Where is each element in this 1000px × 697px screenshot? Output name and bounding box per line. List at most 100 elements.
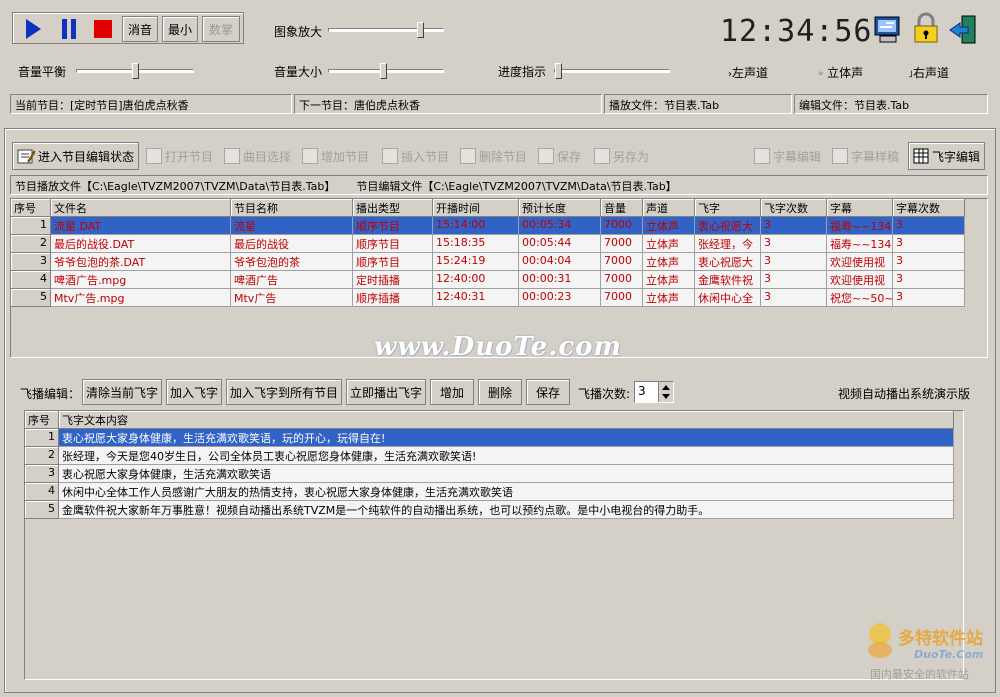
increase-button[interactable]: 增加 bbox=[430, 379, 474, 405]
lock-icon[interactable] bbox=[910, 12, 942, 46]
right-channel-option[interactable]: ˩右声道 bbox=[908, 64, 949, 81]
spinner-buttons[interactable] bbox=[658, 382, 673, 402]
flyword-row[interactable]: 3 衷心祝愿大家身体健康，生活充满欢歌笑语 bbox=[25, 465, 954, 483]
program-cell[interactable]: Mtv广告 bbox=[231, 289, 353, 307]
delete-flyword-button[interactable]: 删除 bbox=[478, 379, 522, 405]
play-flyword-now-button[interactable]: 立即播出飞字 bbox=[346, 379, 426, 405]
zoom-slider-thumb[interactable] bbox=[417, 22, 424, 38]
program-cell[interactable]: 衷心祝愿大 bbox=[695, 253, 761, 271]
save-flyword-button[interactable]: 保存 bbox=[526, 379, 570, 405]
program-row[interactable]: 1 流星.DAT 流星 顺序节目 15:14:00 00:05:34 7000 立体声 衷心祝愿… bbox=[11, 217, 965, 235]
flyword-edit-button[interactable]: 飞字编辑 bbox=[908, 142, 986, 170]
spinner-down-icon[interactable] bbox=[659, 392, 673, 402]
subtitle-style-button[interactable]: 字幕样稿 bbox=[828, 142, 903, 170]
flyword-row[interactable]: 1 衷心祝愿大家身体健康，生活充满欢歌笑语，玩的开心，玩得自在! bbox=[25, 429, 954, 447]
program-cell[interactable]: 00:00:23 bbox=[519, 289, 601, 307]
program-cell[interactable]: 00:05:34 bbox=[519, 217, 601, 235]
zoom-slider[interactable] bbox=[328, 22, 444, 38]
program-cell[interactable]: 顺序插播 bbox=[353, 289, 433, 307]
program-col-header[interactable]: 播出类型 bbox=[353, 199, 433, 217]
program-cell[interactable]: 立体声 bbox=[643, 217, 695, 235]
program-cell[interactable]: 00:00:31 bbox=[519, 271, 601, 289]
program-cell[interactable]: 爷爷包泡的茶.DAT bbox=[51, 253, 231, 271]
program-cell[interactable]: 3 bbox=[761, 217, 827, 235]
add-flyword-button[interactable]: 加入飞字 bbox=[166, 379, 222, 405]
left-channel-option[interactable]: ›左声道 bbox=[728, 64, 768, 81]
program-cell[interactable]: 15:24:19 bbox=[433, 253, 519, 271]
program-col-header[interactable]: 开播时间 bbox=[433, 199, 519, 217]
flyword-count-spinner[interactable]: 3 bbox=[634, 381, 674, 403]
program-cell[interactable]: 3 bbox=[893, 235, 965, 253]
program-col-header[interactable]: 预计长度 bbox=[519, 199, 601, 217]
program-cell[interactable]: 3 bbox=[893, 289, 965, 307]
flyword-text-cell[interactable]: 金鹰软件祝大家新年万事胜意！视频自动播出系统TVZM是一个纯软件的自动播出系统，… bbox=[59, 501, 954, 519]
program-cell[interactable]: 顺序节目 bbox=[353, 217, 433, 235]
program-cell[interactable]: 流星 bbox=[231, 217, 353, 235]
program-cell[interactable]: 定时插播 bbox=[353, 271, 433, 289]
flyword-text-cell[interactable]: 张经理，今天是您40岁生日，公司全体员工衷心祝愿您身体健康，生活充满欢歌笑语! bbox=[59, 447, 954, 465]
stereo-option[interactable]: ◦ 立体声 bbox=[818, 64, 863, 81]
program-col-header[interactable]: 字幕次数 bbox=[893, 199, 965, 217]
flyword-text-cell[interactable]: 衷心祝愿大家身体健康，生活充满欢歌笑语 bbox=[59, 465, 954, 483]
subtitle-edit-button[interactable]: 字幕编辑 bbox=[750, 142, 825, 170]
program-cell[interactable]: 3 bbox=[893, 217, 965, 235]
add-flyword-all-button[interactable]: 加入飞字到所有节目 bbox=[226, 379, 342, 405]
save-as-button[interactable]: 另存为 bbox=[590, 142, 653, 170]
progress-slider[interactable] bbox=[554, 63, 670, 79]
open-program-button[interactable]: 打开节目 bbox=[142, 142, 217, 170]
program-cell[interactable]: 最后的战役.DAT bbox=[51, 235, 231, 253]
program-cell[interactable]: 3 bbox=[761, 253, 827, 271]
program-cell[interactable]: 流星.DAT bbox=[51, 217, 231, 235]
play-button[interactable] bbox=[18, 15, 48, 43]
program-cell[interactable]: 00:04:04 bbox=[519, 253, 601, 271]
save-program-button[interactable]: 保存 bbox=[534, 142, 585, 170]
program-cell[interactable]: 3 bbox=[893, 253, 965, 271]
flyword-text-cell[interactable]: 休闲中心全体工作人员感谢广大朋友的热情支持，衷心祝愿大家身体健康，生活充满欢歌笑… bbox=[59, 483, 954, 501]
program-col-header[interactable]: 飞字 bbox=[695, 199, 761, 217]
program-cell[interactable]: 啤酒广告 bbox=[231, 271, 353, 289]
program-cell[interactable]: 欢迎使用视 bbox=[827, 253, 893, 271]
program-cell[interactable]: 顺序节目 bbox=[353, 253, 433, 271]
pause-button[interactable] bbox=[54, 15, 84, 43]
program-cell[interactable]: 祝您~~50~ bbox=[827, 289, 893, 307]
program-cell[interactable]: Mtv广告.mpg bbox=[51, 289, 231, 307]
spinner-up-icon[interactable] bbox=[659, 382, 673, 392]
flyword-table[interactable]: 序号 飞字文本内容 1 衷心祝愿大家身体健康，生活充满欢歌笑语，玩的开心，玩得自在! 2… bbox=[24, 410, 964, 680]
enter-edit-button[interactable]: 进入节目编辑状态 bbox=[12, 142, 140, 170]
count-button[interactable]: 数掌 bbox=[202, 16, 240, 42]
program-cell[interactable]: 3 bbox=[893, 271, 965, 289]
program-cell[interactable]: 3 bbox=[761, 235, 827, 253]
program-cell[interactable]: 立体声 bbox=[643, 253, 695, 271]
program-cell[interactable]: 7000 bbox=[601, 271, 643, 289]
clear-flyword-button[interactable]: 清除当前飞字 bbox=[82, 379, 162, 405]
stop-button[interactable] bbox=[88, 15, 118, 43]
balance-slider[interactable] bbox=[76, 63, 194, 79]
program-col-header[interactable]: 声道 bbox=[643, 199, 695, 217]
exit-icon[interactable] bbox=[948, 14, 978, 46]
program-cell[interactable]: 金鹰软件祝 bbox=[695, 271, 761, 289]
program-cell[interactable]: 最后的战役 bbox=[231, 235, 353, 253]
insert-program-button[interactable]: 插入节目 bbox=[378, 142, 453, 170]
program-row[interactable]: 3 爷爷包泡的茶.DAT 爷爷包泡的茶 顺序节目 15:24:19 00:04:04 700… bbox=[11, 253, 965, 271]
program-col-header[interactable]: 序号 bbox=[11, 199, 51, 217]
program-cell[interactable]: 7000 bbox=[601, 217, 643, 235]
add-program-button[interactable]: 增加节目 bbox=[298, 142, 373, 170]
flyword-row[interactable]: 5 金鹰软件祝大家新年万事胜意！视频自动播出系统TVZM是一个纯软件的自动播出系统… bbox=[25, 501, 954, 519]
flyword-row[interactable]: 2 张经理，今天是您40岁生日，公司全体员工衷心祝愿您身体健康，生活充满欢歌笑语! bbox=[25, 447, 954, 465]
flyword-col-header[interactable]: 飞字文本内容 bbox=[59, 411, 954, 429]
volume-slider-thumb[interactable] bbox=[380, 63, 387, 79]
balance-slider-thumb[interactable] bbox=[132, 63, 139, 79]
program-cell[interactable]: 福寿~~134~ bbox=[827, 217, 893, 235]
program-cell[interactable]: 7000 bbox=[601, 289, 643, 307]
mute-button[interactable]: 消音 bbox=[122, 16, 158, 42]
program-cell[interactable]: 7000 bbox=[601, 235, 643, 253]
song-select-button[interactable]: 曲目选择 bbox=[220, 142, 295, 170]
program-cell[interactable]: 3 bbox=[761, 289, 827, 307]
monitor-icon[interactable] bbox=[872, 14, 904, 46]
program-cell[interactable]: 立体声 bbox=[643, 271, 695, 289]
program-row[interactable]: 2 最后的战役.DAT 最后的战役 顺序节目 15:18:35 00:05:44 7000 立… bbox=[11, 235, 965, 253]
program-cell[interactable]: 12:40:00 bbox=[433, 271, 519, 289]
flyword-col-header[interactable]: 序号 bbox=[25, 411, 59, 429]
progress-slider-thumb[interactable] bbox=[555, 63, 562, 79]
program-cell[interactable]: 衷心祝愿大 bbox=[695, 217, 761, 235]
